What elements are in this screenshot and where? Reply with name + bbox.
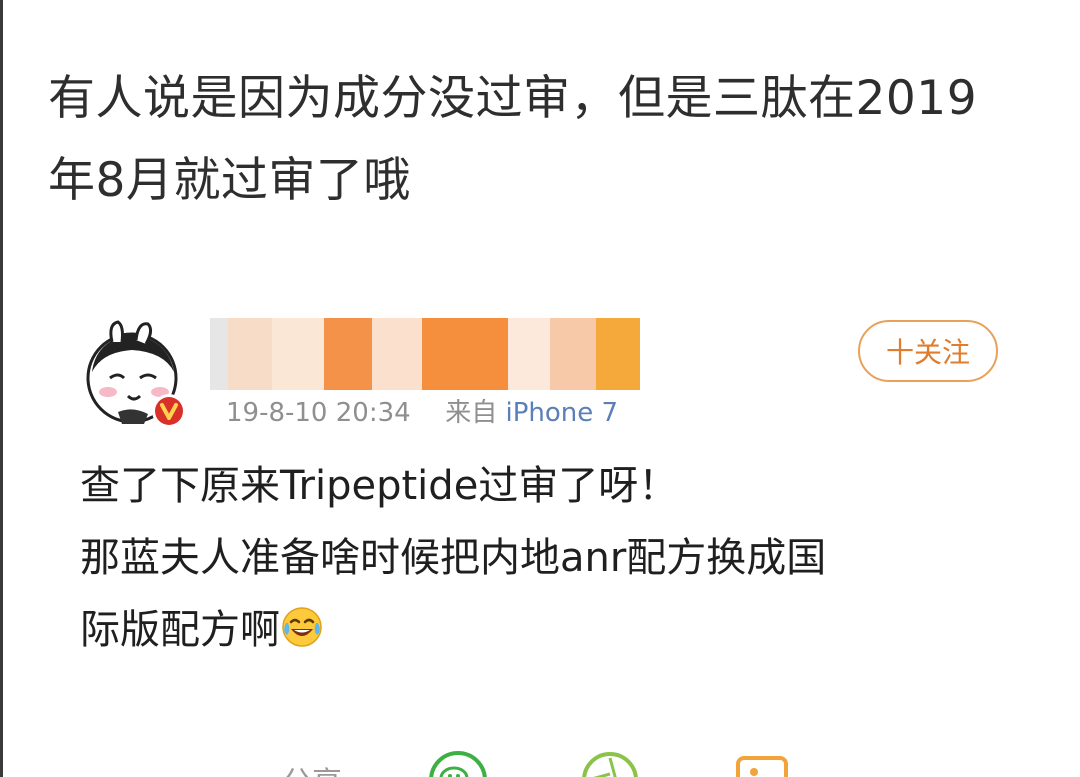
caption-text: 有人说是因为成分没过审，但是三肽在2019 年8月就过审了哦	[48, 58, 1058, 222]
post-body: 查了下原来Tripeptide过审了呀！ 那蓝夫人准备啥时候把内地anr配方换成…	[80, 450, 1000, 666]
left-edge-divider	[0, 0, 3, 777]
post-line-3: 际版配方啊	[80, 607, 280, 653]
post-line-3-wrap: 际版配方啊	[80, 594, 1000, 666]
weibo-post-card: 19-8-10 20:34 来自 iPhone 7 十关注 查了下原来Tripe…	[62, 300, 1062, 777]
share-label: 分享	[282, 758, 342, 777]
wechat-icon[interactable]	[428, 750, 488, 777]
post-line-1: 查了下原来Tripeptide过审了呀！	[80, 463, 679, 509]
laughing-tears-emoji-icon	[282, 607, 322, 647]
caption-line-2: 年8月就过审了哦	[48, 153, 411, 208]
post-timestamp: 19-8-10 20:34	[226, 398, 411, 428]
post-source[interactable]: iPhone 7	[505, 398, 618, 428]
screenshot-page: 有人说是因为成分没过审，但是三肽在2019 年8月就过审了哦 19-8-10 2…	[0, 0, 1080, 777]
verified-badge-icon	[150, 392, 188, 430]
post-source-prefix: 来自	[445, 398, 498, 428]
post-meta: 19-8-10 20:34 来自 iPhone 7	[226, 392, 618, 429]
share-action-bar: 分享	[62, 740, 1062, 777]
moments-icon[interactable]	[580, 750, 640, 777]
follow-button[interactable]: 十关注	[858, 320, 998, 382]
username-redacted[interactable]	[210, 318, 640, 390]
save-image-icon[interactable]	[732, 750, 792, 777]
caption-line-1: 有人说是因为成分没过审，但是三肽在2019	[48, 71, 978, 126]
post-line-2: 那蓝夫人准备啥时候把内地anr配方换成国	[80, 535, 827, 581]
